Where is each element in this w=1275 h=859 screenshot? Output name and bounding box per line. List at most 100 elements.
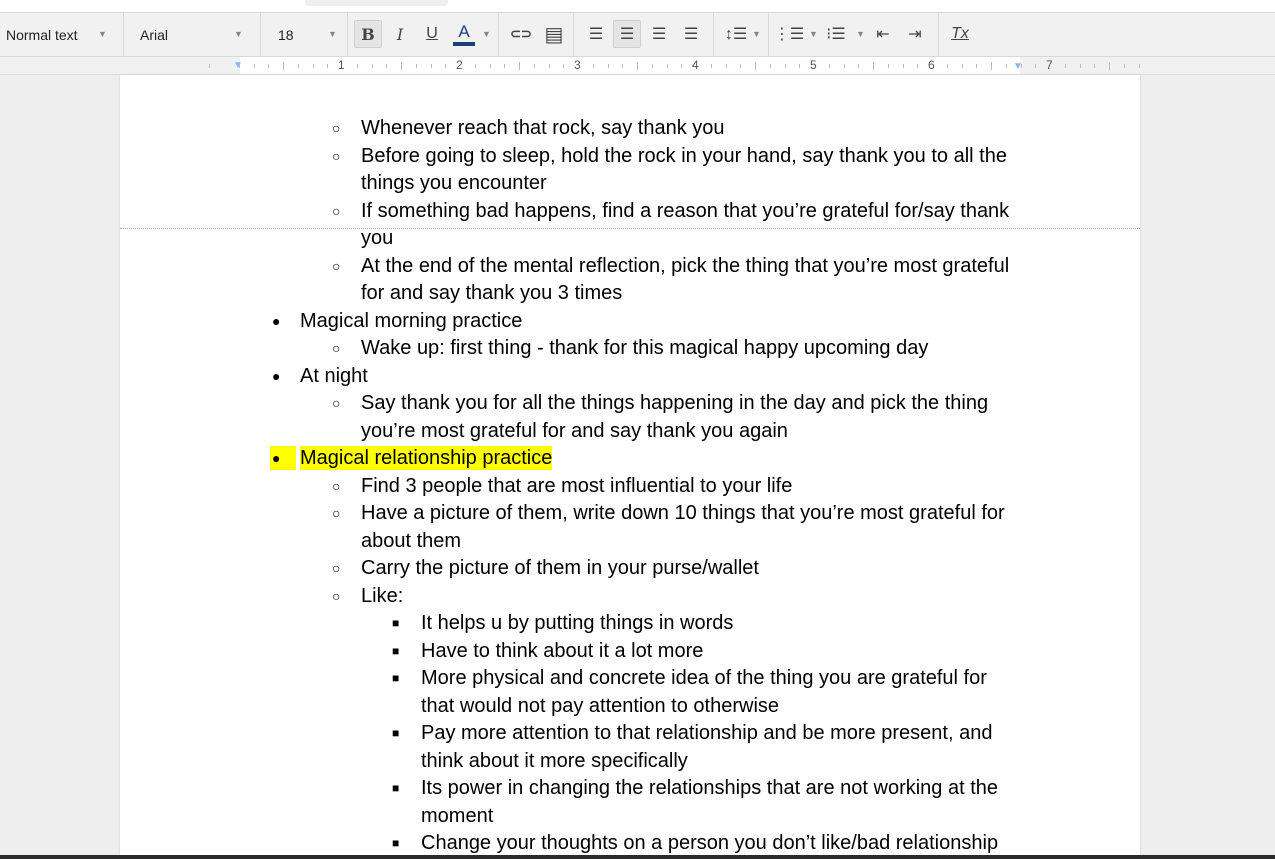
ruler-number: 1 (338, 58, 345, 72)
clear-formatting-icon: Tx (951, 25, 969, 42)
bottom-bar (0, 855, 1275, 859)
ruler-tick (592, 64, 594, 68)
list-item-text[interactable]: Find 3 people that are most influential … (361, 474, 792, 498)
list-item-text[interactable]: things you encounter (361, 171, 547, 195)
list-item-text[interactable]: that would not pay attention to otherwis… (421, 694, 779, 718)
list-item-text[interactable]: moment (421, 804, 493, 828)
list-item-text[interactable]: Whenever reach that rock, say thank you (361, 116, 725, 140)
align-right-button[interactable]: ☰ (645, 20, 673, 48)
bulleted-list-button[interactable]: ⁝☰ (822, 20, 850, 48)
font-size-select[interactable]: 18 (278, 13, 294, 57)
list-item-text[interactable]: you (361, 226, 393, 250)
bullet-icon: ○ (332, 147, 341, 164)
list-item-text[interactable]: Wake up: first thing - thank for this ma… (361, 336, 928, 360)
link-icon: ⊂⊃ (510, 26, 532, 41)
bullet-icon: ○ (332, 395, 341, 411)
list-item-text[interactable]: Its power in changing the relationships … (421, 776, 998, 800)
list-item-text[interactable]: Change your thoughts on a person you don… (421, 831, 998, 855)
ruler-tick (1138, 64, 1140, 68)
increase-indent-icon: ⇥ (908, 26, 922, 43)
list-item-text[interactable]: If something bad happens, find a reason … (361, 199, 1009, 223)
ruler-tick (858, 64, 860, 68)
ruler-tick (1064, 64, 1066, 68)
list-item-text[interactable]: Say thank you for all the things happeni… (361, 391, 988, 415)
ruler[interactable]: 1 2 3 4 5 6 7 ▼ ▼ (0, 57, 1275, 75)
underline-button[interactable]: U (418, 20, 446, 48)
line-spacing-button[interactable]: ↕☰ (722, 20, 750, 48)
bullet-icon: ○ (332, 587, 341, 604)
chevron-down-icon: ▼ (98, 29, 107, 39)
increase-indent-button[interactable]: ⇥ (901, 20, 929, 48)
list-item-text[interactable]: At the end of the mental reflection, pic… (361, 254, 1009, 278)
right-indent-marker-icon[interactable]: ▼ (1013, 61, 1023, 72)
decrease-indent-button[interactable]: ⇤ (869, 20, 897, 48)
list-item-text[interactable]: More physical and concrete idea of the t… (421, 666, 987, 690)
font-size-value: 18 (278, 27, 294, 43)
list-item-text[interactable]: about them (361, 529, 461, 553)
chevron-down-icon: ▼ (482, 29, 491, 39)
ruler-tick (902, 64, 904, 68)
ruler-tick (474, 64, 476, 68)
ruler-tick (283, 62, 284, 70)
list-item-text[interactable]: It helps u by putting things in words (421, 611, 733, 635)
bullet-icon: ● (272, 312, 281, 329)
list-item-text[interactable]: you’re most grateful for and say thank y… (361, 419, 788, 443)
clear-formatting-button[interactable]: Tx (946, 20, 974, 48)
list-item-text[interactable]: Carry the picture of them in your purse/… (361, 556, 759, 580)
chevron-down-icon: ▼ (856, 29, 865, 39)
ruler-tick (799, 64, 801, 68)
ruler-number: 7 (1046, 58, 1053, 72)
bullet-icon: ● (272, 367, 281, 384)
ruler-tick (489, 64, 491, 68)
list-item-text[interactable]: think about it more specifically (421, 749, 688, 773)
bullet-icon: ■ (392, 726, 400, 740)
ruler-number: 2 (456, 58, 463, 72)
ruler-tick (873, 62, 874, 70)
italic-button[interactable]: I (386, 20, 414, 48)
ruler-tick (622, 64, 624, 68)
list-item-text[interactable]: Have to think about it a lot more (421, 639, 703, 663)
numbered-list-button[interactable]: ⋮☰ (774, 20, 804, 48)
paragraph-style-select[interactable]: Normal text (6, 13, 78, 57)
align-center-button[interactable]: ☰ (613, 20, 641, 48)
justify-button[interactable]: ☰ (677, 20, 705, 48)
list-item-text[interactable]: Like: (361, 584, 403, 608)
list-item-text[interactable]: Magical relationship practice (300, 446, 553, 470)
italic-icon: I (396, 24, 404, 44)
bullet-icon: ○ (332, 257, 341, 274)
list-item-text[interactable]: for and say thank you 3 times (361, 281, 622, 305)
align-center-icon: ☰ (619, 26, 635, 43)
ruler-number: 3 (574, 58, 581, 72)
insert-comment-button[interactable]: ▤ (540, 20, 568, 48)
text-color-button[interactable]: A (450, 20, 478, 48)
bullet-icon: ■ (392, 781, 400, 795)
ruler-tick (548, 64, 550, 68)
bold-button[interactable]: B (354, 20, 382, 48)
chevron-down-icon: ▼ (752, 29, 761, 39)
list-item-text[interactable]: Pay more attention to that relationship … (421, 721, 992, 745)
ruler-tick (519, 62, 520, 70)
list-item-text[interactable]: At night (300, 364, 368, 388)
ruler-tick (666, 64, 668, 68)
bulleted-list-icon: ⁝☰ (826, 26, 846, 43)
ruler-tick (769, 64, 771, 68)
ruler-tick (268, 64, 270, 68)
bullet-icon: ■ (392, 643, 400, 658)
ruler-tick (607, 64, 609, 68)
ruler-tick (755, 62, 756, 70)
title-field[interactable] (305, 0, 448, 6)
ruler-tick (991, 62, 992, 70)
ruler-tick (725, 64, 727, 68)
font-select[interactable]: Arial (140, 13, 168, 57)
ruler-tick (710, 64, 712, 68)
indent-marker-icon[interactable]: ▼ (233, 60, 243, 71)
ruler-tick (504, 64, 506, 68)
ruler-tick (784, 64, 786, 68)
list-item-text[interactable]: Have a picture of them, write down 10 th… (361, 501, 1005, 525)
list-item-text[interactable]: Magical morning practice (300, 309, 522, 333)
align-left-button[interactable]: ☰ (582, 20, 610, 48)
bullet-icon: ■ (392, 616, 400, 630)
insert-link-button[interactable]: ⊂⊃ (507, 20, 535, 48)
list-item-text[interactable]: Before going to sleep, hold the rock in … (361, 144, 1007, 168)
chevron-down-icon: ▼ (328, 29, 337, 39)
